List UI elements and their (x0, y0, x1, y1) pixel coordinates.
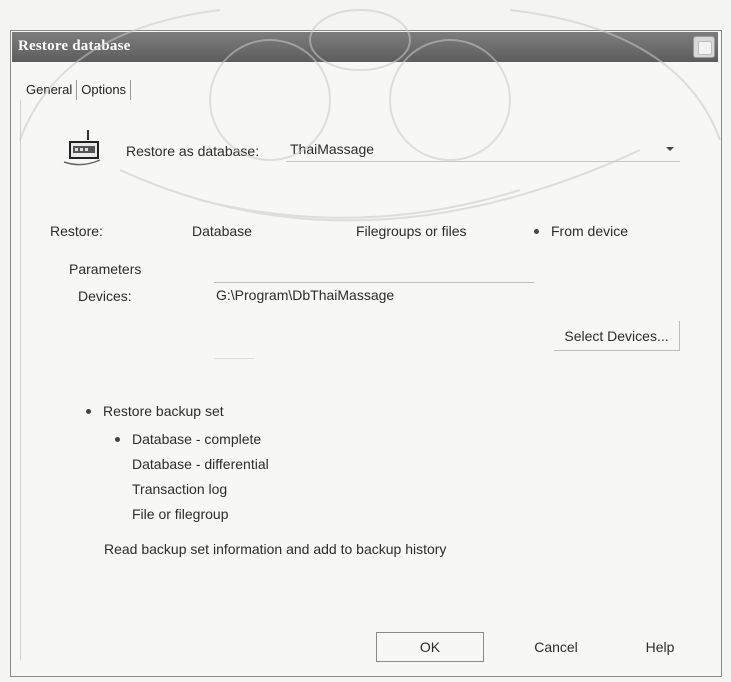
radio-database-label: Database (192, 223, 252, 239)
radio-database[interactable]: Database (192, 223, 252, 239)
restore-as-value: ThaiMassage (290, 141, 375, 157)
restore-label: Restore: (50, 223, 103, 239)
checkbox-restore-backup-set[interactable]: Restore backup set (86, 403, 224, 419)
database-icon (63, 130, 101, 166)
radio-unselected (115, 462, 120, 467)
window-title: Restore database (18, 38, 131, 54)
file-or-filegroup-label: File or filegroup (132, 506, 229, 522)
divider (214, 358, 254, 359)
radio-filegroups-label: Filegroups or files (356, 223, 467, 239)
parameters-heading: Parameters (69, 261, 142, 277)
close-icon[interactable] (693, 36, 715, 58)
database-complete-label: Database - complete (132, 431, 262, 447)
radio-database-complete[interactable]: Database - complete (115, 431, 261, 447)
restore-as-combobox[interactable]: ThaiMassage (286, 138, 680, 162)
help-button[interactable]: Help (628, 634, 692, 660)
chevron-down-icon[interactable] (662, 141, 678, 157)
radio-database-differential[interactable]: Database - differential (115, 456, 269, 472)
tab-content-panel (20, 100, 713, 660)
transaction-log-label: Transaction log (132, 481, 228, 497)
radio-selected-dot (534, 228, 539, 234)
radio-unselected (115, 487, 120, 492)
radio-file-or-filegroup[interactable]: File or filegroup (115, 506, 229, 522)
devices-field[interactable]: G:\Program\DbThaiMassage (214, 282, 534, 306)
radio-filegroups[interactable]: Filegroups or files (356, 223, 467, 239)
radio-selected-dot (115, 436, 120, 442)
tab-options[interactable]: Options (77, 80, 132, 100)
tab-general[interactable]: General (22, 80, 78, 100)
restore-as-label: Restore as database: (126, 143, 260, 159)
devices-value: G:\Program\DbThaiMassage (216, 287, 395, 303)
restore-backup-set-label: Restore backup set (103, 403, 224, 419)
devices-label: Devices: (78, 288, 132, 304)
radio-from-device-label: From device (551, 223, 629, 239)
radio-from-device[interactable]: From device (534, 223, 628, 239)
cancel-button[interactable]: Cancel (516, 634, 596, 660)
radio-transaction-log[interactable]: Transaction log (115, 481, 227, 497)
select-devices-button[interactable]: Select Devices... (554, 321, 680, 351)
read-backup-info-checkbox[interactable]: Read backup set information and add to b… (104, 541, 446, 557)
tab-bar: General Options (22, 76, 132, 100)
ok-button[interactable]: OK (376, 632, 484, 662)
database-differential-label: Database - differential (132, 456, 269, 472)
radio-selected-dot (86, 408, 91, 414)
radio-unselected (115, 512, 120, 517)
